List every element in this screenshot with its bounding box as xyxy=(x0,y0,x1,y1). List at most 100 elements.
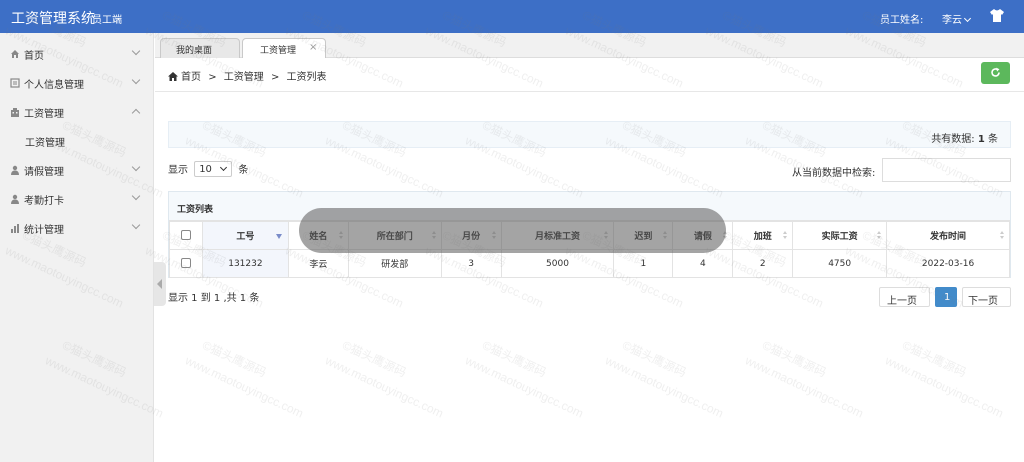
header-base-salary[interactable]: 月标准工资 xyxy=(500,221,615,250)
tab-salary[interactable]: 工资管理 × xyxy=(242,38,326,58)
watermark-text: ©猫头鹰源码 xyxy=(760,338,829,380)
home-icon xyxy=(11,50,19,58)
watermark-url: www.maotouyingcc.com xyxy=(743,353,866,421)
chevron-down-icon xyxy=(131,191,141,201)
breadcrumb: 首页 > 工资管理 > 工资列表 xyxy=(168,68,331,83)
page-1-button[interactable]: 1 xyxy=(935,287,957,307)
table-title: 工资列表 xyxy=(177,205,214,215)
sort-icon xyxy=(491,231,497,241)
tab-bar: 我的桌面 工资管理 × xyxy=(155,33,1024,58)
user-icon xyxy=(11,194,19,204)
salary-table: 工号 姓名 所在部门 月份 月标准工资 迟到 请假 加班 实际工资 发布时间 1… xyxy=(169,221,1010,278)
header-label: 工号 xyxy=(236,232,255,242)
page-length-suffix: 条 xyxy=(238,165,249,176)
chevron-up-icon xyxy=(131,108,141,118)
breadcrumb-home[interactable]: 首页 xyxy=(181,72,201,83)
list-icon xyxy=(10,78,20,88)
sidebar-collapse-toggle[interactable] xyxy=(154,262,166,306)
sidebar-item-profile[interactable]: 个人信息管理 xyxy=(0,68,154,97)
sort-icon xyxy=(783,231,788,241)
sort-icon xyxy=(1000,231,1005,241)
divider xyxy=(155,91,1024,92)
sidebar-item-label: 考勤打卡 xyxy=(24,196,64,207)
sort-icon xyxy=(431,231,437,241)
next-page-button[interactable]: 下一页 xyxy=(962,287,1011,307)
user-menu[interactable]: 李云 xyxy=(942,11,972,26)
sort-icon xyxy=(338,231,344,241)
watermark-url: www.maotouyingcc.com xyxy=(463,353,586,421)
select-all-checkbox[interactable] xyxy=(180,230,191,241)
breadcrumb-separator: > xyxy=(208,72,217,83)
header-late[interactable]: 迟到 xyxy=(613,221,674,250)
header-label: 月标准工资 xyxy=(535,232,581,242)
record-count-bar: 共有数据: 1 条 xyxy=(168,121,1011,148)
chart-icon xyxy=(11,224,19,233)
cell-base-salary: 5000 xyxy=(500,249,615,278)
close-icon[interactable]: × xyxy=(309,42,317,53)
header-department[interactable]: 所在部门 xyxy=(347,221,442,250)
sort-icon xyxy=(604,231,609,241)
breadcrumb-current: 工资列表 xyxy=(286,72,327,83)
cell-late: 1 xyxy=(613,249,674,278)
header-leave[interactable]: 请假 xyxy=(672,221,734,250)
cell-employee-id: 131232 xyxy=(201,249,289,278)
chevron-down-icon xyxy=(963,14,972,23)
breadcrumb-salary[interactable]: 工资管理 xyxy=(224,72,264,83)
header-label: 请假 xyxy=(693,232,712,242)
cell-publish-time: 2022-03-16 xyxy=(886,249,1010,278)
chevron-down-icon xyxy=(131,220,141,230)
panel-header: 工资列表 xyxy=(169,192,1010,221)
page-length-select[interactable]: 10 xyxy=(194,161,233,177)
user-name: 李云 xyxy=(942,15,962,26)
header-label: 迟到 xyxy=(634,232,653,242)
table-row: 131232 李云 研发部 3 5000 1 4 2 4750 2022-03-… xyxy=(169,249,1010,278)
sidebar-item-leave[interactable]: 请假管理 xyxy=(0,155,154,184)
prev-page-button[interactable]: 上一页 xyxy=(879,287,930,307)
watermark-url: www.maotouyingcc.com xyxy=(883,353,1006,421)
refresh-icon xyxy=(991,67,1000,77)
search-input[interactable] xyxy=(882,158,1011,182)
header-name[interactable]: 姓名 xyxy=(287,221,349,250)
watermark-text: ©猫头鹰源码 xyxy=(340,338,409,380)
sort-icon xyxy=(877,231,882,241)
sidebar-subitem-salary[interactable]: 工资管理 xyxy=(0,126,154,155)
sidebar-item-statistics[interactable]: 统计管理 xyxy=(0,213,154,242)
header-actual-salary[interactable]: 实际工资 xyxy=(792,221,888,250)
header-select-all xyxy=(169,221,203,250)
tab-label: 我的桌面 xyxy=(176,46,213,56)
chevron-down-icon xyxy=(131,162,141,172)
header-overtime[interactable]: 加班 xyxy=(732,221,794,250)
top-bar: 工资管理系统 员工端 员工姓名: 李云 xyxy=(0,0,1024,33)
tshirt-icon[interactable] xyxy=(990,9,1004,22)
header-label: 实际工资 xyxy=(821,232,858,242)
sidebar-item-home[interactable]: 首页 xyxy=(0,39,154,68)
header-publish-time[interactable]: 发布时间 xyxy=(886,221,1010,250)
chevron-down-icon xyxy=(131,75,141,85)
sidebar-item-label: 统计管理 xyxy=(24,225,64,236)
watermark-text: ©猫头鹰源码 xyxy=(200,338,269,380)
record-count-value: 1 xyxy=(977,134,985,145)
cell-leave: 4 xyxy=(672,249,734,278)
tab-desktop[interactable]: 我的桌面 xyxy=(160,38,240,58)
page-length-value: 10 xyxy=(199,164,212,175)
header-label: 姓名 xyxy=(309,232,328,242)
app-title: 工资管理系统 xyxy=(11,11,95,27)
table-info: 显示 1 到 1 ,共 1 条 xyxy=(168,293,260,304)
sidebar-item-salary[interactable]: 工资管理 xyxy=(0,97,154,126)
refresh-button[interactable] xyxy=(981,62,1010,84)
watermark-text: ©猫头鹰源码 xyxy=(900,338,969,380)
cell-actual-salary: 4750 xyxy=(792,249,888,278)
sidebar-item-attendance[interactable]: 考勤打卡 xyxy=(0,184,154,213)
prev-page-label: 上一页 xyxy=(887,296,917,307)
sidebar-subitem-label: 工资管理 xyxy=(25,138,65,149)
watermark-url: www.maotouyingcc.com xyxy=(323,353,446,421)
sort-icon xyxy=(663,231,668,241)
page-length-prefix: 显示 xyxy=(168,165,188,176)
watermark-text: ©猫头鹰源码 xyxy=(620,338,689,380)
row-checkbox[interactable] xyxy=(180,258,191,269)
user-icon xyxy=(11,165,19,175)
header-employee-id[interactable]: 工号 xyxy=(201,221,289,250)
caret-left-icon xyxy=(157,279,162,289)
sort-icon xyxy=(723,231,728,241)
header-month[interactable]: 月份 xyxy=(440,221,502,250)
